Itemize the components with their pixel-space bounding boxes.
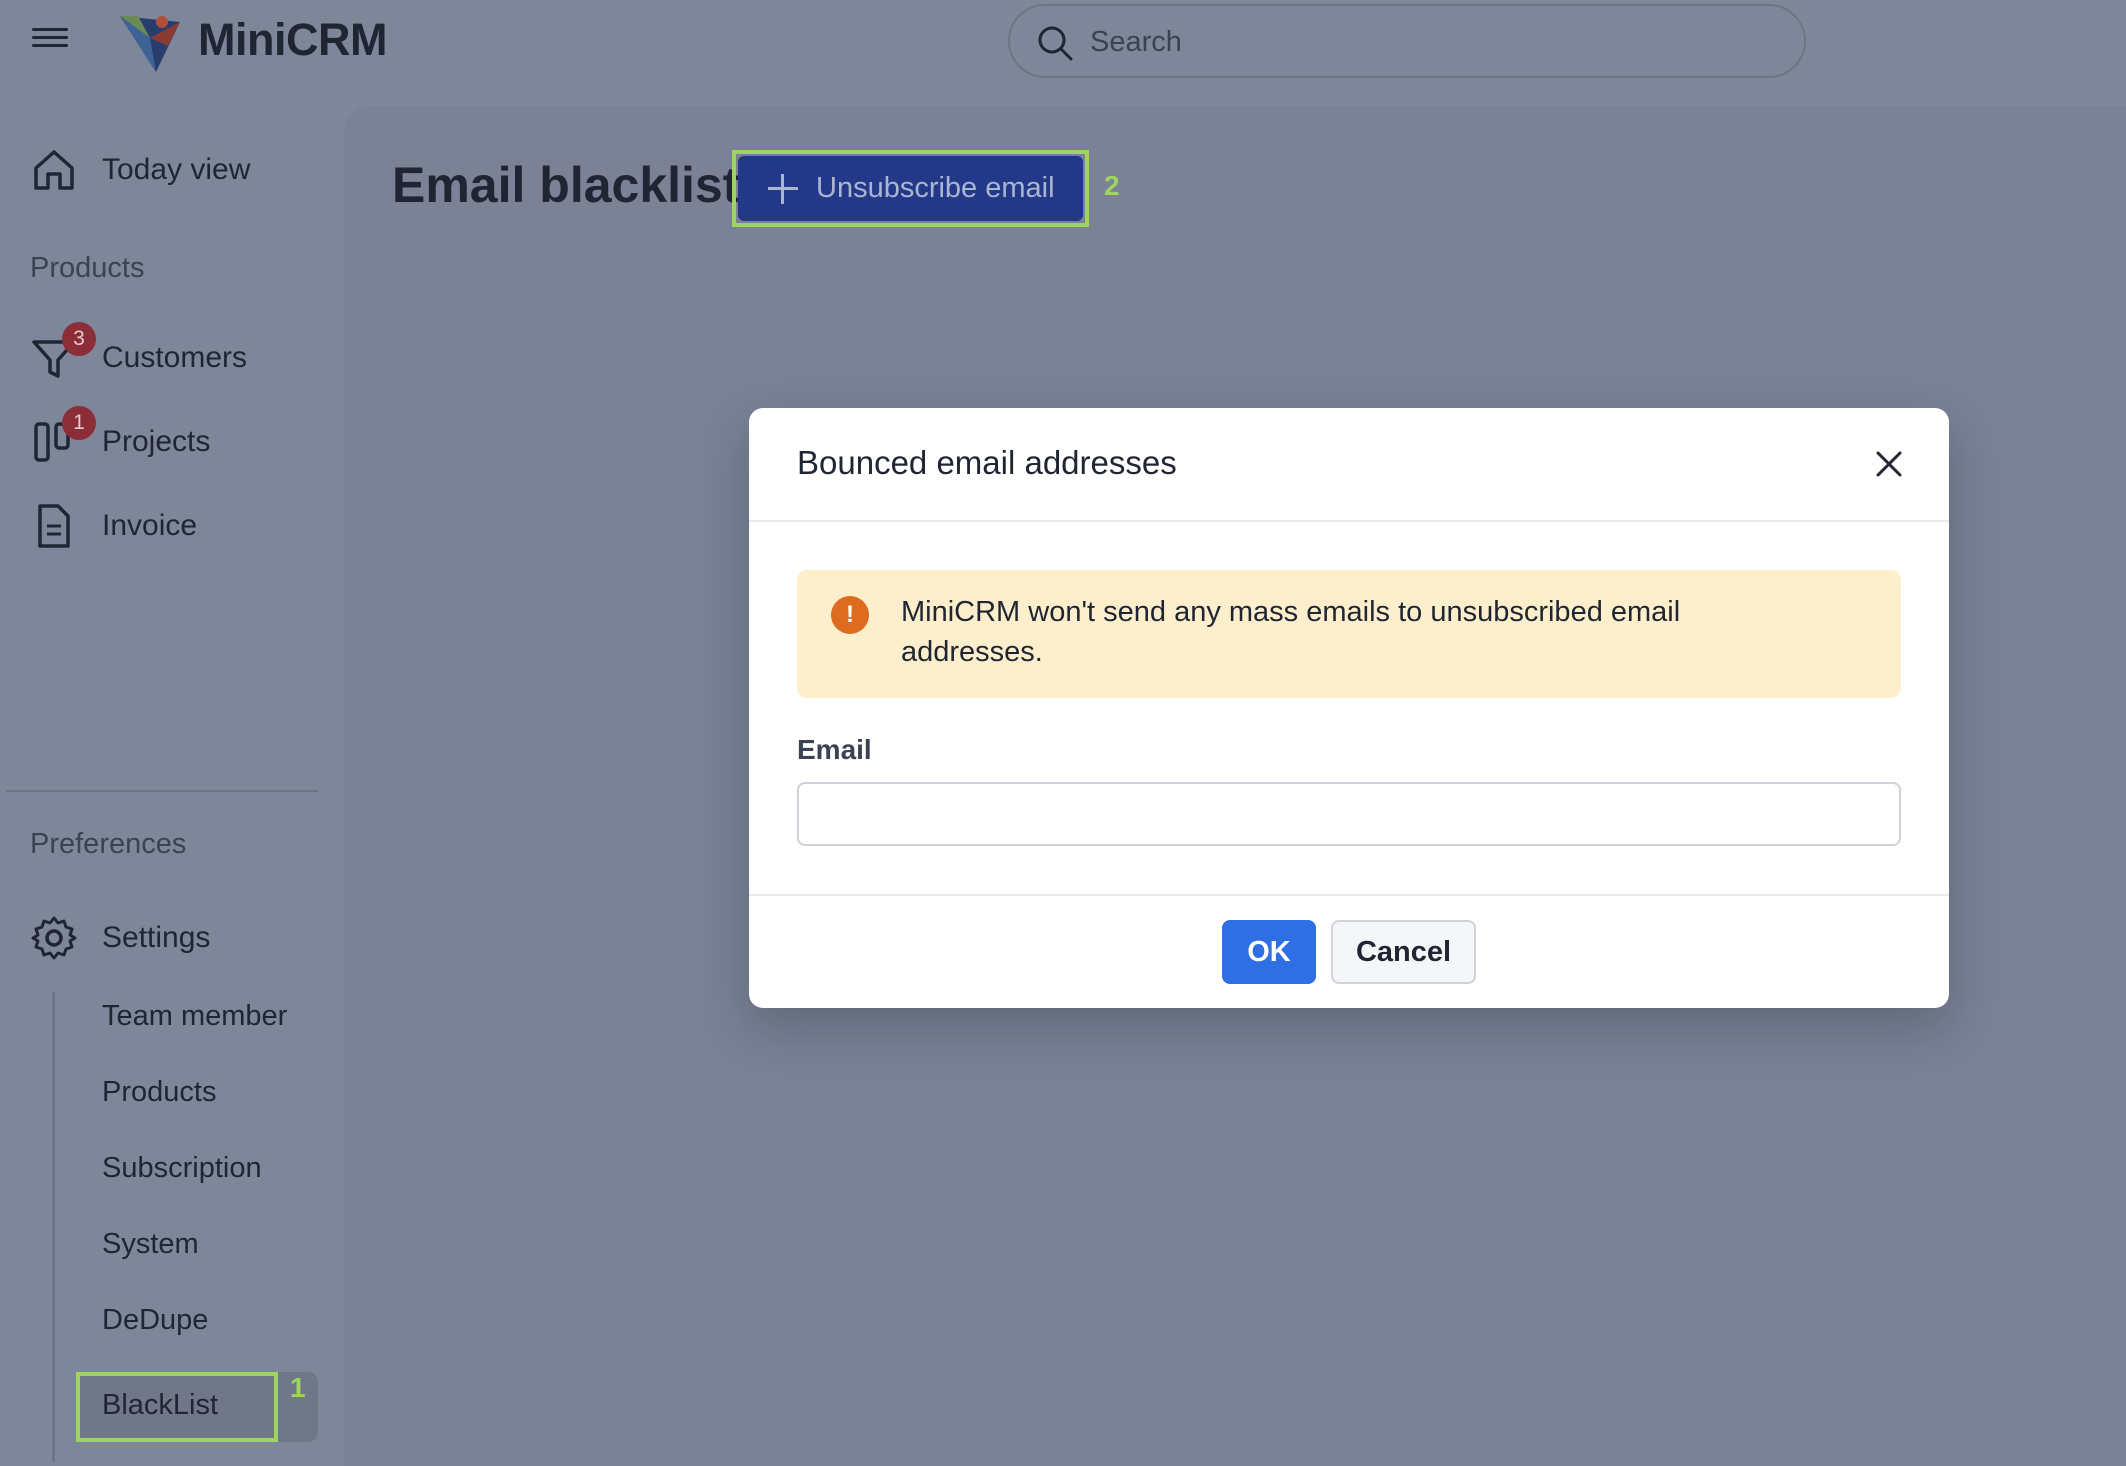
sidebar-item-customers[interactable]: 3 Customers	[30, 322, 248, 388]
settings-subitem-system[interactable]: System	[102, 1228, 199, 1261]
step-marker-2: 2	[1104, 170, 1120, 201]
unsubscribe-email-button[interactable]: Unsubscribe email	[738, 156, 1083, 221]
notification-badge: 3	[62, 322, 96, 356]
settings-subitem-blacklist[interactable]: BlackList	[76, 1372, 278, 1442]
close-icon[interactable]	[1873, 448, 1905, 480]
menu-icon[interactable]	[32, 24, 68, 60]
sidebar-item-label: Settings	[102, 921, 211, 954]
ok-button[interactable]: OK	[1222, 920, 1316, 984]
sidebar-item-projects[interactable]: 1 Projects	[30, 406, 211, 472]
submenu-guide-line	[52, 992, 55, 1462]
warning-alert: ! MiniCRM won't send any mass emails to …	[797, 570, 1901, 698]
email-label: Email	[797, 734, 872, 765]
alert-message: MiniCRM won't send any mass emails to un…	[901, 596, 1681, 668]
settings-subitem-team-member[interactable]: Team member	[102, 1000, 287, 1033]
app-name: MiniCRM	[198, 14, 387, 65]
dialog-divider	[749, 520, 1949, 522]
search-icon	[1038, 26, 1073, 61]
notification-badge: 1	[62, 406, 96, 440]
sidebar-item-label: Projects	[102, 425, 211, 458]
sidebar-divider	[6, 790, 318, 792]
sidebar: Today view Products 3 Customers 1 Projec…	[0, 96, 340, 1466]
sidebar-item-label: Invoice	[102, 509, 198, 542]
home-icon	[34, 150, 74, 190]
sidebar-item-label: Today view	[102, 153, 251, 186]
step-marker-1: 1	[290, 1372, 306, 1403]
sidebar-item-label: Customers	[102, 341, 248, 374]
email-field[interactable]	[797, 782, 1901, 846]
dialog-title: Bounced email addresses	[797, 444, 1177, 481]
settings-subitem-products[interactable]: Products	[102, 1076, 216, 1109]
bounced-email-dialog: Bounced email addresses ! MiniCRM won't …	[749, 408, 1949, 1008]
sidebar-item-today-view[interactable]: Today view	[30, 140, 250, 200]
plus-icon	[768, 173, 798, 204]
search-bar[interactable]	[1008, 4, 1806, 78]
settings-subitem-subscription[interactable]: Subscription	[102, 1152, 262, 1185]
warning-icon: !	[831, 596, 869, 634]
settings-subitem-dedupe[interactable]: DeDupe	[102, 1304, 208, 1337]
dialog-divider	[749, 894, 1949, 896]
unsubscribe-button-label: Unsubscribe email	[816, 172, 1055, 204]
section-label-products: Products	[30, 252, 145, 284]
sidebar-item-invoice[interactable]: Invoice	[30, 496, 197, 556]
document-icon	[38, 504, 70, 548]
page-title: Email blacklist	[392, 157, 740, 213]
minicrm-logo	[120, 16, 180, 72]
settings-subitem-label: BlackList	[102, 1389, 219, 1421]
cancel-button[interactable]: Cancel	[1331, 920, 1476, 984]
section-label-preferences: Preferences	[30, 828, 187, 860]
search-input[interactable]	[1090, 16, 1780, 68]
gear-icon	[31, 916, 77, 960]
sidebar-item-settings[interactable]: Settings	[30, 908, 210, 968]
top-header: MiniCRM	[0, 0, 2126, 96]
